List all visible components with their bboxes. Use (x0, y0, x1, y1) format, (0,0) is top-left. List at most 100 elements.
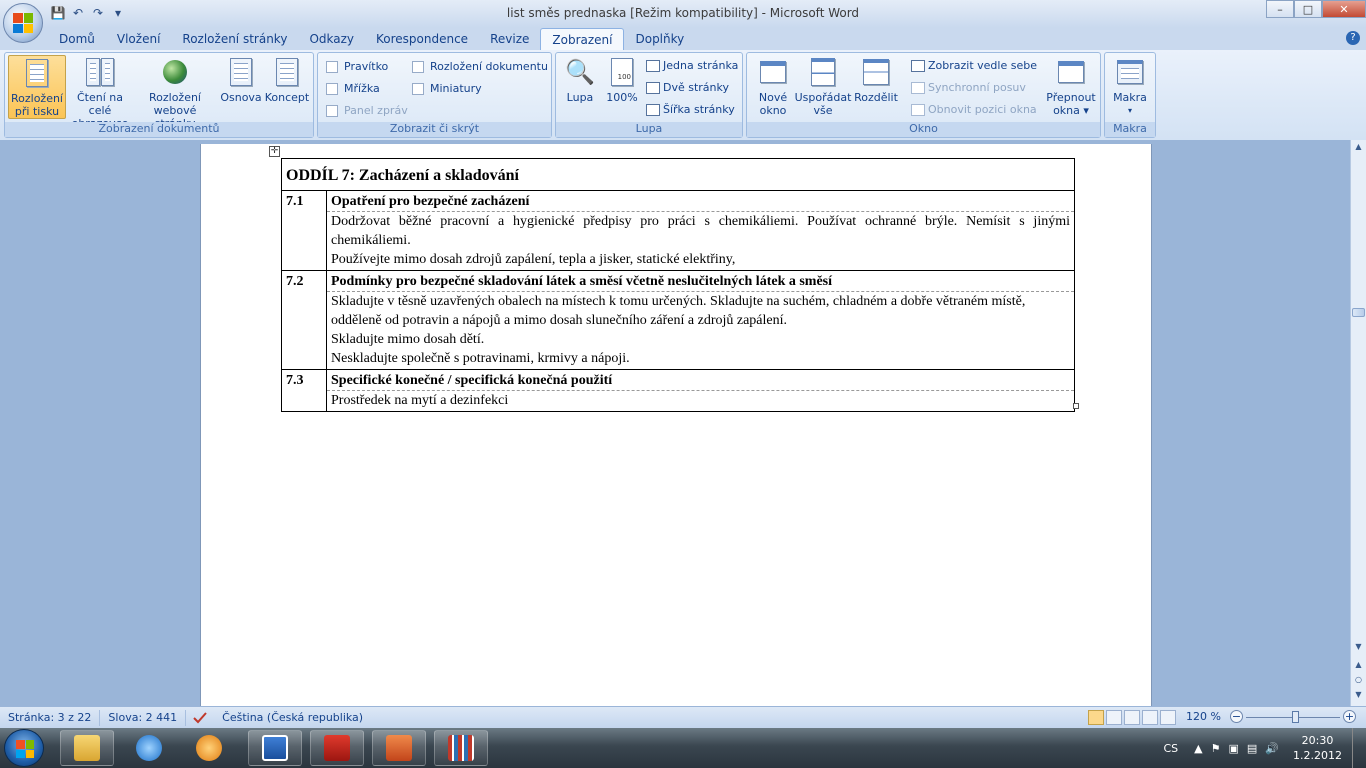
scroll-down-icon[interactable]: ▼ (1351, 640, 1366, 654)
thumbnails-checkbox[interactable]: Miniatury (412, 82, 482, 95)
group-label: Zobrazení dokumentů (5, 122, 313, 137)
next-page-icon[interactable]: ▼ (1351, 688, 1366, 702)
document-map-checkbox[interactable]: Rozložení dokumentu (412, 60, 548, 73)
document-page[interactable]: ✛ ODDÍL 7: Zacházení a skladování 7.1 Op… (200, 144, 1152, 706)
device-icon[interactable]: ▣ (1225, 742, 1243, 755)
scroll-thumb[interactable] (1352, 308, 1365, 317)
section-title: ODDÍL 7: Zacházení a skladování (281, 158, 1075, 191)
select-browse-object-icon[interactable]: ○ (1351, 673, 1366, 687)
tab-odkazy[interactable]: Odkazy (298, 28, 365, 50)
new-window-button[interactable]: Nové okno (751, 55, 795, 119)
row-content: Podmínky pro bezpečné skladování látek a… (326, 270, 1075, 370)
row-title: Opatření pro bezpečné zacházení (327, 192, 1074, 212)
powerpoint-icon (386, 735, 412, 761)
zoom-button[interactable]: 🔍 Lupa (558, 55, 602, 119)
view-side-by-side-button[interactable]: Zobrazit vedle sebe (911, 59, 1037, 72)
table-move-handle-icon[interactable]: ✛ (269, 146, 280, 157)
tab-doplnky[interactable]: Doplňky (624, 28, 695, 50)
row-title: Specifické konečné / specifická konečná … (327, 371, 1074, 391)
switch-windows-button[interactable]: Přepnout okna ▾ (1043, 55, 1099, 119)
two-pages-button[interactable]: Dvě stránky (646, 81, 729, 94)
taskbar-powerpoint[interactable] (372, 730, 426, 766)
table-resize-handle[interactable] (1073, 403, 1079, 409)
draft-button[interactable]: Koncept (263, 55, 311, 119)
new-window-icon (760, 61, 786, 83)
scroll-up-icon[interactable]: ▲ (1351, 140, 1366, 154)
print-layout-view-icon[interactable] (1088, 710, 1104, 725)
web-layout-view-icon[interactable] (1124, 710, 1140, 725)
page-count[interactable]: Stránka: 3 z 22 (0, 709, 101, 726)
zoom-100-icon: 100 (611, 58, 633, 86)
draft-view-icon[interactable] (1160, 710, 1176, 725)
tab-zobrazeni[interactable]: Zobrazení (540, 28, 625, 50)
action-center-flag-icon[interactable]: ⚑ (1207, 742, 1225, 755)
taskbar-media-player[interactable] (182, 730, 236, 766)
zoom-slider-knob[interactable] (1292, 711, 1299, 723)
clock[interactable]: 20:30 1.2.2012 (1283, 733, 1352, 763)
word-count[interactable]: Slova: 2 441 (100, 709, 187, 726)
zoom-100-button[interactable]: 100 100% (602, 55, 642, 119)
zoom-out-icon[interactable]: − (1230, 710, 1243, 723)
arrange-all-button[interactable]: Uspořádat vše (793, 55, 853, 119)
tab-domu[interactable]: Domů (48, 28, 106, 50)
word-icon (262, 735, 288, 761)
sync-scroll-icon (911, 81, 925, 94)
status-bar: Stránka: 3 z 22 Slova: 2 441 Čeština (Če… (0, 706, 1366, 728)
tab-revize[interactable]: Revize (479, 28, 540, 50)
view-shortcuts (1088, 710, 1176, 725)
ruler-checkbox[interactable]: Pravítko (326, 60, 388, 73)
window-controls: – □ ✕ (1266, 0, 1366, 18)
show-desktop-button[interactable] (1352, 728, 1366, 768)
macros-button[interactable]: Makra ▾ (1106, 55, 1154, 119)
volume-icon[interactable]: 🔊 (1261, 742, 1283, 755)
full-screen-reading-button[interactable]: Čtení na celé obrazovce (67, 55, 133, 130)
tab-korespondence[interactable]: Korespondence (365, 28, 479, 50)
minimize-button[interactable]: – (1266, 0, 1294, 18)
window-title: list směs prednaska [Režim kompatibility… (506, 6, 860, 20)
taskbar-app[interactable] (434, 730, 488, 766)
maximize-button[interactable]: □ (1294, 0, 1322, 18)
zoom-level[interactable]: 120 % (1186, 710, 1221, 723)
full-screen-reading-view-icon[interactable] (1106, 710, 1122, 725)
input-language[interactable]: CS (1151, 742, 1190, 755)
vertical-scrollbar[interactable]: ▲ ▼ ▲ ○ ▼ (1350, 140, 1366, 706)
network-icon[interactable]: ▤ (1243, 742, 1261, 755)
checkbox-icon (412, 60, 424, 73)
split-button[interactable]: Rozdělit (851, 55, 901, 119)
ribbon-tabs: Domů Vložení Rozložení stránky Odkazy Ko… (0, 28, 1366, 50)
help-icon[interactable]: ? (1346, 31, 1360, 45)
tab-vlozeni[interactable]: Vložení (106, 28, 172, 50)
page-width-button[interactable]: Šířka stránky (646, 103, 735, 116)
reset-window-position-button: Obnovit pozici okna (911, 103, 1037, 116)
zoom-slider[interactable]: − + (1230, 710, 1356, 724)
zoom-in-icon[interactable]: + (1343, 710, 1356, 723)
office-button[interactable] (3, 3, 43, 43)
checkbox-icon (326, 104, 338, 117)
group-zoom: 🔍 Lupa 100 100% Jedna stránka Dvě stránk… (555, 52, 743, 138)
show-hidden-icons-icon[interactable]: ▲ (1190, 742, 1206, 755)
start-button[interactable] (4, 729, 44, 767)
macros-icon (1117, 60, 1143, 84)
close-button[interactable]: ✕ (1322, 0, 1366, 18)
taskbar-acrobat[interactable] (310, 730, 364, 766)
outline-view-icon[interactable] (1142, 710, 1158, 725)
checkbox-icon (326, 60, 338, 73)
web-layout-button[interactable]: Rozložení webové stránky (135, 55, 215, 130)
section-table[interactable]: ODDÍL 7: Zacházení a skladování 7.1 Opat… (281, 158, 1075, 412)
gridlines-checkbox[interactable]: Mřížka (326, 82, 380, 95)
spelling-check-icon[interactable] (192, 711, 208, 725)
outline-button[interactable]: Osnova (217, 55, 265, 119)
one-page-button[interactable]: Jedna stránka (646, 59, 738, 72)
print-layout-button[interactable]: Rozložení při tisku (8, 55, 66, 119)
taskbar-ie[interactable] (122, 730, 176, 766)
checkbox-icon (412, 82, 424, 95)
previous-page-icon[interactable]: ▲ (1351, 658, 1366, 672)
language-indicator[interactable]: Čeština (Česká republika) (214, 710, 371, 726)
group-label: Okno (747, 122, 1100, 137)
title-bar: 💾 ↶ ↷ ▾ list směs prednaska [Režim kompa… (0, 0, 1366, 43)
tab-rozlozeni-stranky[interactable]: Rozložení stránky (171, 28, 298, 50)
taskbar-word[interactable] (248, 730, 302, 766)
row-content: Specifické konečné / specifická konečná … (326, 369, 1075, 412)
taskbar-explorer[interactable] (60, 730, 114, 766)
windows-logo-icon (16, 740, 34, 758)
